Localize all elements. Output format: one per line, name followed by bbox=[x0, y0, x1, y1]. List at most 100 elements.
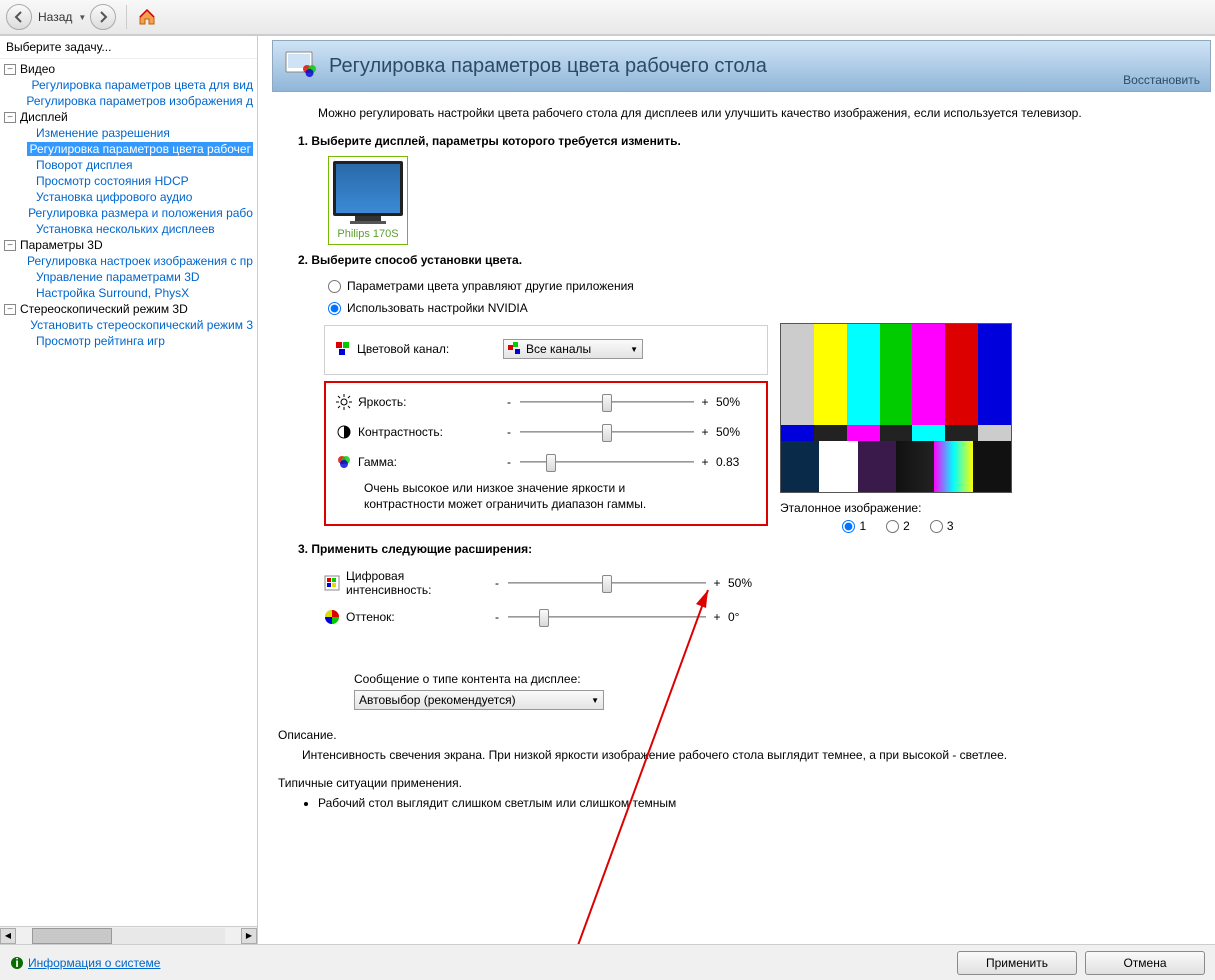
gamma-slider[interactable] bbox=[520, 452, 694, 472]
chevron-down-icon: ▼ bbox=[591, 696, 599, 705]
radio-nvidia[interactable] bbox=[328, 302, 341, 315]
svg-text:i: i bbox=[15, 956, 18, 970]
footer: i Информация о системе Применить Отмена bbox=[0, 944, 1215, 980]
sidebar: Выберите задачу... −Видео Регулировка па… bbox=[0, 36, 258, 944]
tree-item[interactable]: Изменение разрешения bbox=[36, 126, 170, 140]
arrow-right-icon bbox=[97, 11, 109, 23]
tree-item[interactable]: Управление параметрами 3D bbox=[36, 270, 200, 284]
step1-heading: 1. Выберите дисплей, параметры которого … bbox=[298, 134, 1175, 156]
tree-item[interactable]: Регулировка параметров изображения д bbox=[26, 94, 253, 108]
vibrance-slider[interactable] bbox=[508, 573, 706, 593]
gamma-hint: Очень высокое или низкое значение яркост… bbox=[336, 477, 696, 516]
content-type-dropdown[interactable]: Автовыбор (рекомендуется) ▼ bbox=[354, 690, 604, 710]
description-body: Интенсивность свечения экрана. При низко… bbox=[278, 748, 1138, 776]
channel-value: Все каналы bbox=[526, 342, 626, 356]
back-button[interactable] bbox=[6, 4, 32, 30]
tree-item-selected[interactable]: Регулировка параметров цвета рабочег bbox=[27, 142, 253, 156]
tree-item[interactable]: Регулировка размера и положения рабо bbox=[28, 206, 253, 220]
hue-value: 0° bbox=[728, 610, 768, 624]
gamma-label: Гамма: bbox=[358, 455, 498, 469]
tree-item[interactable]: Установка цифрового аудио bbox=[36, 190, 192, 204]
arrow-left-icon bbox=[13, 11, 25, 23]
back-label: Назад bbox=[38, 10, 72, 24]
cancel-button[interactable]: Отмена bbox=[1085, 951, 1205, 975]
tree-item[interactable]: Просмотр рейтинга игр bbox=[36, 334, 165, 348]
contrast-value: 50% bbox=[716, 425, 756, 439]
tree-collapse-icon[interactable]: − bbox=[4, 112, 16, 123]
monitor-color-icon bbox=[285, 51, 319, 81]
radio-nvidia-label: Использовать настройки NVIDIA bbox=[347, 301, 528, 315]
preview-label: Эталонное изображение: bbox=[780, 493, 1016, 519]
ref-radio-3[interactable] bbox=[930, 520, 943, 533]
scroll-left-icon[interactable]: ◀ bbox=[0, 928, 16, 944]
tree-item[interactable]: Настройка Surround, PhysX bbox=[36, 286, 189, 300]
tree-group-video[interactable]: Видео bbox=[20, 62, 55, 76]
sidebar-hscrollbar[interactable]: ◀ ▶ bbox=[0, 926, 257, 944]
brightness-label: Яркость: bbox=[358, 395, 498, 409]
contrast-slider[interactable] bbox=[520, 422, 694, 442]
minus-label: - bbox=[492, 610, 502, 624]
hue-label: Оттенок: bbox=[346, 610, 486, 624]
gamma-icon bbox=[336, 454, 352, 470]
brightness-value: 50% bbox=[716, 395, 756, 409]
monitor-tile[interactable]: Philips 170S bbox=[328, 156, 408, 245]
tree-item[interactable]: Регулировка параметров цвета для вид bbox=[32, 78, 253, 92]
sidebar-heading: Выберите задачу... bbox=[0, 36, 257, 59]
vibrance-icon bbox=[324, 575, 340, 591]
plus-label: + bbox=[700, 395, 710, 409]
scroll-thumb[interactable] bbox=[32, 928, 112, 944]
ref-radio-2[interactable] bbox=[886, 520, 899, 533]
brightness-icon bbox=[336, 394, 352, 410]
tree-group-3d[interactable]: Параметры 3D bbox=[20, 238, 103, 252]
info-icon: i bbox=[10, 956, 24, 970]
plus-label: + bbox=[700, 425, 710, 439]
reference-image bbox=[780, 323, 1012, 493]
minus-label: - bbox=[504, 395, 514, 409]
tree-item[interactable]: Просмотр состояния HDCP bbox=[36, 174, 189, 188]
contrast-label: Контрастность: bbox=[358, 425, 498, 439]
tree-item[interactable]: Поворот дисплея bbox=[36, 158, 133, 172]
minus-label: - bbox=[504, 455, 514, 469]
restore-link[interactable]: Восстановить bbox=[1123, 73, 1200, 87]
forward-button[interactable] bbox=[90, 4, 116, 30]
ref-radio-1[interactable] bbox=[842, 520, 855, 533]
vibrance-label: Цифровая интенсивность: bbox=[346, 569, 486, 597]
channel-icon bbox=[335, 341, 351, 357]
gamma-value: 0.83 bbox=[716, 455, 756, 469]
toolbar: Назад ▼ bbox=[0, 0, 1215, 35]
home-icon[interactable] bbox=[137, 7, 157, 27]
tree-item[interactable]: Установка нескольких дисплеев bbox=[36, 222, 215, 236]
description-heading: Описание. bbox=[278, 728, 1195, 748]
tree-collapse-icon[interactable]: − bbox=[4, 64, 16, 75]
radio-other-apps-label: Параметрами цвета управляют другие прило… bbox=[347, 279, 634, 293]
tree-item[interactable]: Установить стереоскопический режим 3 bbox=[30, 318, 253, 332]
back-dropdown-caret[interactable]: ▼ bbox=[78, 13, 86, 22]
tree-item[interactable]: Регулировка настроек изображения с пр bbox=[27, 254, 253, 268]
radio-other-apps[interactable] bbox=[328, 280, 341, 293]
toolbar-separator bbox=[126, 5, 127, 29]
hue-icon bbox=[324, 609, 340, 625]
tree-group-stereo[interactable]: Стереоскопический режим 3D bbox=[20, 302, 188, 316]
contrast-icon bbox=[336, 424, 352, 440]
step3-heading: 3. Применить следующие расширения: bbox=[298, 532, 768, 564]
system-info-link[interactable]: i Информация о системе bbox=[10, 956, 160, 970]
intro-text: Можно регулировать настройки цвета рабоч… bbox=[258, 92, 1215, 126]
channel-dropdown[interactable]: Все каналы ▼ bbox=[503, 339, 643, 359]
content-type-label: Сообщение о типе контента на дисплее: bbox=[354, 672, 624, 690]
apply-button[interactable]: Применить bbox=[957, 951, 1077, 975]
plus-label: + bbox=[712, 576, 722, 590]
scroll-right-icon[interactable]: ▶ bbox=[241, 928, 257, 944]
tree-group-display[interactable]: Дисплей bbox=[20, 110, 68, 124]
tree-collapse-icon[interactable]: − bbox=[4, 240, 16, 251]
step2-heading: 2. Выберите способ установки цвета. bbox=[298, 253, 1175, 275]
minus-label: - bbox=[492, 576, 502, 590]
page-title: Регулировка параметров цвета рабочего ст… bbox=[329, 55, 767, 78]
highlighted-sliders: Яркость: - + 50% Контрастность: - bbox=[324, 381, 768, 526]
typical-heading: Типичные ситуации применения. bbox=[278, 776, 1195, 796]
monitor-icon bbox=[333, 161, 403, 216]
nav-tree: −Видео Регулировка параметров цвета для … bbox=[0, 59, 257, 926]
hue-slider[interactable] bbox=[508, 607, 706, 627]
tree-collapse-icon[interactable]: − bbox=[4, 304, 16, 315]
chevron-down-icon: ▼ bbox=[630, 345, 638, 354]
brightness-slider[interactable] bbox=[520, 392, 694, 412]
